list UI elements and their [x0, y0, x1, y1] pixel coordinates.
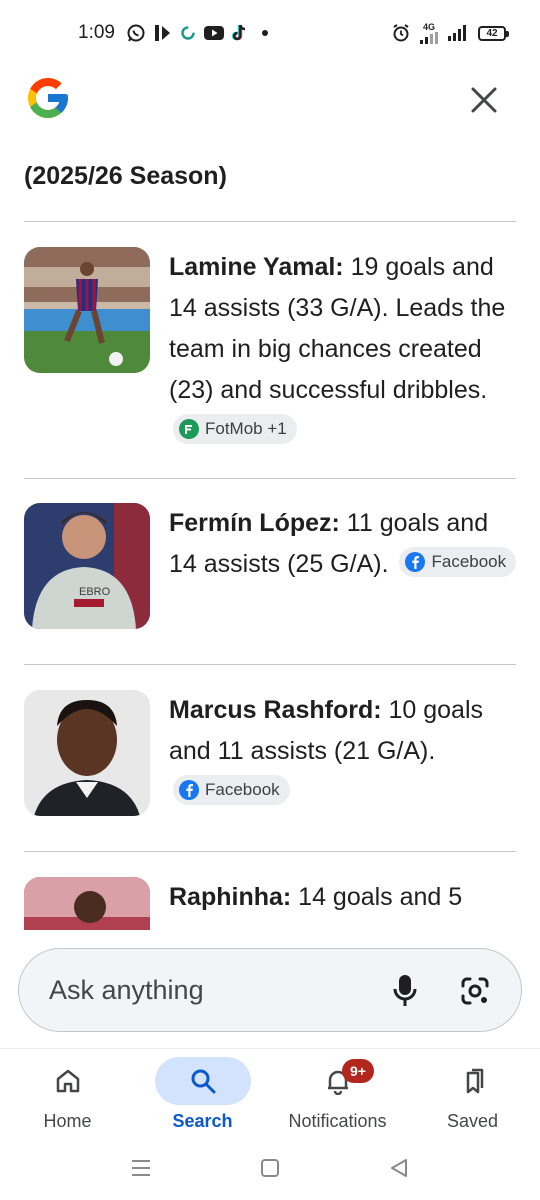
recents-icon[interactable] [129, 1156, 153, 1180]
nav-search[interactable]: Search [135, 1049, 270, 1145]
alarm-icon [392, 24, 410, 42]
player-summary: Fermín López: 11 goals and 14 assists (2… [169, 503, 519, 585]
player-photo[interactable] [24, 877, 150, 930]
microphone-icon[interactable] [387, 971, 423, 1011]
source-chip-facebook[interactable]: Facebook [173, 775, 290, 806]
player-description: 14 goals and 5 [291, 883, 463, 911]
signal-4g-icon: 4G [420, 21, 438, 44]
tiktok-icon [232, 24, 248, 42]
nav-label: Notifications [288, 1111, 387, 1131]
home-square-icon[interactable] [258, 1156, 282, 1180]
list-item: Raphinha: 14 goals and 5 [24, 877, 516, 930]
svg-text:EBRO: EBRO [79, 586, 111, 598]
google-g-logo [24, 74, 72, 127]
facebook-icon [179, 780, 199, 801]
nav-notifications[interactable]: 9+ Notifications [270, 1049, 405, 1145]
source-chip-label: FotMob +1 [205, 419, 287, 439]
whatsapp-icon [126, 23, 146, 43]
player-name: Lamine Yamal: [169, 253, 344, 281]
status-time: 1:09 [78, 22, 115, 43]
nav-home[interactable]: Home [0, 1049, 135, 1145]
divider [24, 478, 516, 479]
search-icon [154, 1057, 251, 1105]
dot-icon [262, 30, 268, 36]
signal-bars-icon [448, 25, 468, 41]
facebook-icon [405, 552, 426, 573]
fotmob-icon [179, 419, 199, 440]
player-name: Raphinha: [169, 883, 292, 911]
network-type: 4G [422, 21, 435, 32]
battery-icon: 42 [478, 25, 509, 41]
list-item: Lamine Yamal: 19 goals and 14 assists (3… [24, 247, 516, 477]
notification-badge: 9+ [342, 1059, 374, 1083]
player-summary: Marcus Rashford: 10 goals and 11 assists… [169, 690, 519, 813]
player-name: Fermín López: [169, 509, 340, 537]
source-chip-fotmob[interactable]: FotMob +1 [173, 414, 297, 445]
sync-icon [180, 25, 196, 41]
source-chip-label: Facebook [205, 780, 280, 800]
bottom-nav: Home Search 9+ Notifications Saved [0, 1048, 540, 1144]
back-triangle-icon[interactable] [387, 1156, 411, 1180]
bolt-icon [154, 23, 172, 43]
system-nav-bar [0, 1144, 540, 1200]
nav-label: Home [43, 1111, 92, 1131]
status-bar: 1:09 4G 42 [0, 0, 540, 66]
ask-input[interactable]: Ask anything [18, 948, 522, 1032]
close-icon[interactable] [468, 84, 500, 116]
player-summary: Raphinha: 14 goals and 5 [169, 877, 519, 918]
notification-icons [126, 22, 268, 44]
list-item: Marcus Rashford: 10 goals and 11 assists… [24, 690, 516, 830]
header [0, 66, 540, 136]
nav-label: Saved [446, 1111, 499, 1131]
lens-camera-icon[interactable] [455, 971, 495, 1011]
system-status-icons: 4G 42 [392, 21, 509, 44]
player-list: Lamine Yamal: 19 goals and 14 assists (3… [0, 222, 540, 930]
ask-placeholder: Ask anything [49, 975, 204, 1005]
nav-saved[interactable]: Saved [405, 1049, 540, 1145]
home-icon [20, 1057, 116, 1105]
player-summary: Lamine Yamal: 19 goals and 14 assists (3… [169, 247, 519, 452]
bookmarks-icon [425, 1057, 521, 1105]
source-chip-facebook[interactable]: Facebook [399, 547, 517, 578]
source-chip-label: Facebook [431, 552, 507, 572]
season-title: (2025/26 Season) [24, 162, 227, 190]
player-photo[interactable] [24, 690, 150, 816]
player-name: Marcus Rashford: [169, 696, 382, 724]
divider [24, 664, 516, 665]
player-photo[interactable]: EBRO [24, 503, 150, 629]
divider [24, 851, 516, 852]
list-item: EBRO Fermín López: 11 goals and 14 assis… [24, 503, 519, 643]
player-photo[interactable] [24, 247, 150, 373]
youtube-icon [204, 25, 224, 41]
nav-label: Search [172, 1111, 233, 1131]
